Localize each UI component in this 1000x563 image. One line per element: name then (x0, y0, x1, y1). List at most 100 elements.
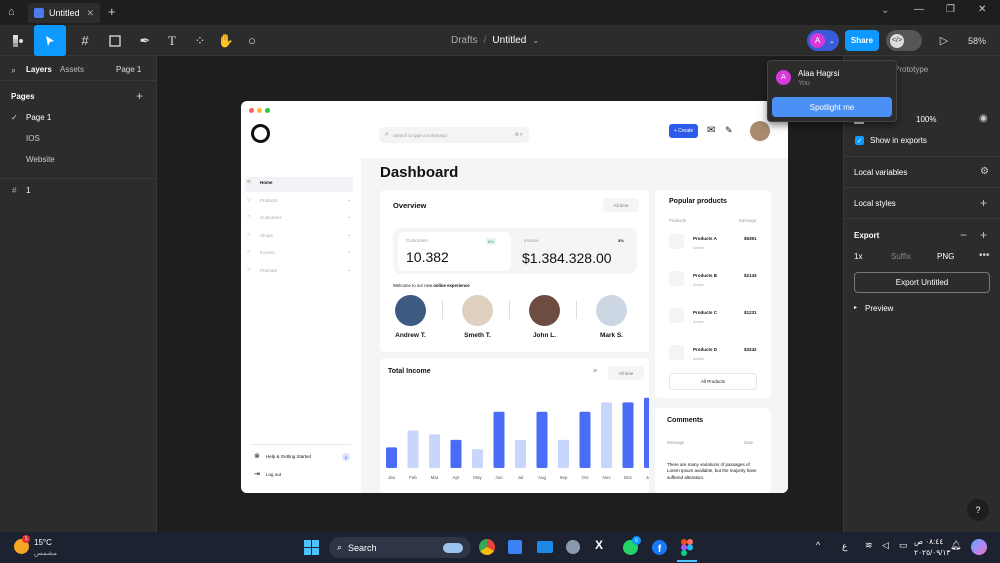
store-icon[interactable] (508, 540, 522, 554)
page-item-page1[interactable]: Page 1 (26, 113, 51, 122)
comment-tool-icon[interactable]: ○ (240, 25, 264, 56)
variables-icon[interactable]: ⚙ (980, 166, 989, 177)
chevron-down-icon[interactable]: ⌄ (347, 249, 351, 255)
add-style-icon[interactable]: + (980, 196, 987, 210)
logout-link[interactable]: Log out (266, 472, 281, 477)
components-icon[interactable]: ⁘ (188, 25, 212, 56)
chevron-down-icon[interactable]: ⌄ (347, 232, 351, 238)
share-button[interactable]: Share (845, 30, 879, 51)
person-avatar[interactable] (462, 295, 493, 326)
export-format-select[interactable]: PNG (937, 252, 954, 261)
product-name[interactable]: Products D (693, 347, 717, 352)
text-tool-icon[interactable]: T (160, 25, 184, 56)
product-name[interactable]: Products A (693, 236, 717, 241)
person-avatar[interactable] (596, 295, 627, 326)
battery-icon[interactable]: ▭ (899, 540, 908, 551)
chevron-down-icon[interactable]: ⌄ (881, 5, 889, 16)
present-play-icon[interactable]: ▷ (932, 25, 956, 56)
income-bar[interactable] (579, 411, 591, 468)
create-button[interactable]: + Create (669, 124, 698, 138)
frame-tool-icon[interactable]: # (72, 25, 98, 56)
local-variables-label[interactable]: Local variables (854, 168, 907, 177)
file-name[interactable]: Untitled (492, 35, 526, 46)
remove-export-icon[interactable]: − (960, 228, 967, 242)
dashboard-frame[interactable]: ⌕ Search to type a command ⌘ F + Create … (241, 101, 788, 493)
product-name[interactable]: Products B (693, 273, 717, 278)
income-bar[interactable] (622, 402, 634, 468)
nav-item-income[interactable]: Income (260, 250, 275, 255)
figma-app-icon[interactable] (681, 539, 693, 556)
nav-item-promote[interactable]: Promote (260, 268, 277, 273)
main-menu-icon[interactable] (4, 25, 32, 56)
nav-item-products[interactable]: Products (260, 198, 278, 203)
tab-assets[interactable]: Assets (60, 65, 84, 74)
clock-time[interactable]: ٠٨:٤٤ ص (914, 537, 943, 546)
breadcrumb-drafts[interactable]: Drafts (451, 35, 478, 46)
facebook-icon[interactable]: f (652, 540, 667, 555)
close-tab-icon[interactable]: ✕ (86, 8, 94, 19)
chrome-icon[interactable] (479, 539, 495, 555)
add-page-icon[interactable]: + (136, 89, 143, 103)
show-in-exports-checkbox[interactable]: ✓ (855, 136, 864, 145)
nav-item-shops[interactable]: Shops (260, 233, 273, 238)
add-export-icon[interactable]: + (980, 228, 987, 242)
local-styles-label[interactable]: Local styles (854, 199, 896, 208)
income-bar[interactable] (472, 449, 483, 468)
export-button[interactable]: Export Untitled (854, 272, 990, 293)
all-products-button[interactable]: All Products (669, 373, 757, 390)
income-filter[interactable]: All time (608, 366, 644, 380)
close-window-button[interactable]: ✕ (978, 4, 986, 15)
chevron-up-icon[interactable]: ^ (816, 540, 820, 550)
nav-item-home[interactable]: Home (260, 180, 273, 185)
income-bar[interactable] (558, 439, 569, 468)
chevron-right-icon[interactable]: ▸ (854, 304, 857, 311)
income-bar[interactable] (450, 439, 462, 468)
income-bar[interactable] (644, 397, 649, 468)
taskbar-search[interactable]: ⌕ Search (329, 537, 471, 558)
weather-temp[interactable]: 15°C (34, 538, 52, 547)
nav-item-customers[interactable]: Customers (260, 215, 282, 220)
income-bar[interactable] (386, 447, 397, 468)
person-avatar[interactable] (395, 295, 426, 326)
windows-start-icon[interactable] (304, 540, 319, 555)
filter-icon[interactable]: ≡ (593, 368, 597, 375)
eye-icon[interactable]: ◉ (979, 113, 988, 124)
zoom-level[interactable]: 58% (960, 25, 994, 56)
hand-tool-icon[interactable]: ✋ (214, 25, 238, 56)
move-tool-button[interactable] (34, 25, 66, 56)
tab-layers[interactable]: Layers (26, 65, 52, 74)
tab-prototype[interactable]: Prototype (894, 65, 928, 74)
chevron-down-icon[interactable]: ⌄ (347, 267, 351, 273)
opacity-value[interactable]: 100% (916, 115, 936, 124)
preview-toggle[interactable]: Preview (865, 304, 893, 313)
mail-app-icon[interactable] (537, 541, 553, 553)
copilot-icon[interactable] (971, 539, 987, 555)
more-options-icon[interactable]: ••• (979, 250, 990, 261)
pen-tool-icon[interactable]: ✒ (132, 25, 158, 56)
income-bar[interactable] (493, 411, 505, 468)
chevron-down-icon[interactable]: ⌄ (347, 197, 351, 203)
shape-tool-icon[interactable] (102, 25, 128, 56)
person-avatar[interactable] (529, 295, 560, 326)
chevron-down-icon[interactable]: ⌄ (347, 214, 351, 220)
language-indicator[interactable]: ع (842, 541, 847, 552)
income-bar[interactable] (536, 411, 548, 468)
income-bar[interactable] (429, 434, 440, 468)
bell-icon[interactable]: 🔔︎ (950, 540, 961, 551)
dev-mode-toggle[interactable]: </> (886, 30, 922, 51)
mail-icon[interactable]: ✉ (707, 125, 715, 136)
search-icon[interactable]: ⌕ (11, 65, 16, 76)
new-tab-button[interactable]: + (108, 4, 116, 19)
file-tab[interactable]: Untitled ✕ (28, 3, 100, 23)
page-item-website[interactable]: Website (26, 155, 55, 164)
help-link[interactable]: Help & Getting Started (266, 454, 311, 459)
page-selector[interactable]: Page 1 (116, 65, 141, 74)
maximize-button[interactable]: ❐ (946, 4, 955, 15)
product-name[interactable]: Products C (693, 310, 717, 315)
export-scale[interactable]: 1x (854, 252, 862, 261)
income-bar[interactable] (601, 402, 612, 468)
clock-date[interactable]: ٢٠٢٥/٠٩/١٣ (914, 548, 950, 557)
export-suffix-input[interactable]: Suffix (891, 252, 911, 261)
search-input[interactable]: ⌕ Search to type a command ⌘ F (379, 127, 529, 143)
settings-gear-icon[interactable] (566, 540, 580, 554)
